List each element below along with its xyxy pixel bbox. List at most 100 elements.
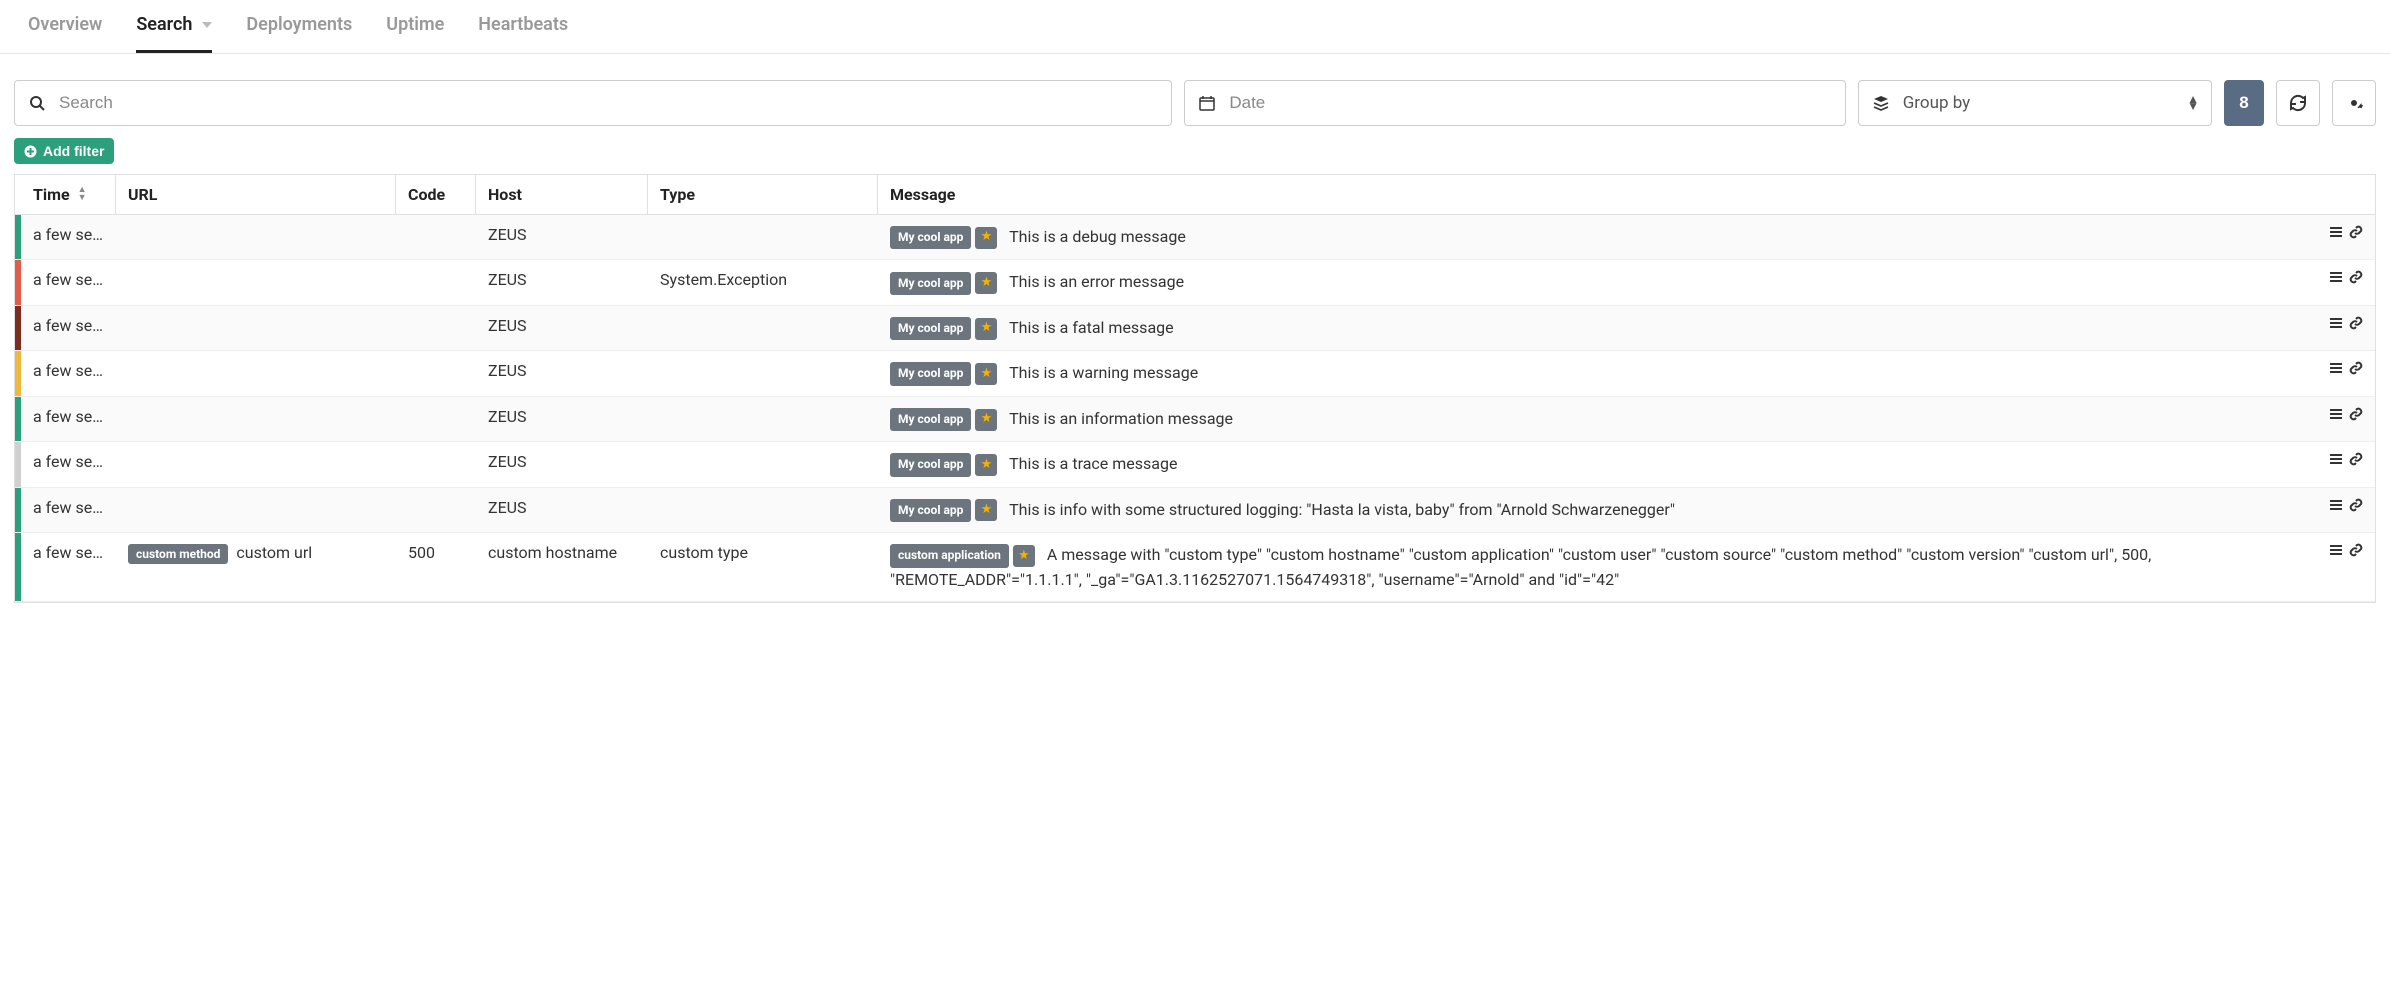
tab-overview[interactable]: Overview bbox=[14, 0, 116, 53]
app-badge[interactable]: My cool app bbox=[890, 272, 971, 295]
menu-icon[interactable] bbox=[2329, 407, 2343, 421]
menu-icon[interactable] bbox=[2329, 270, 2343, 284]
cell-message: My cool app★ This is an error message bbox=[878, 260, 2327, 304]
cell-code bbox=[396, 442, 476, 486]
plus-circle-icon bbox=[24, 145, 37, 158]
menu-icon[interactable] bbox=[2329, 498, 2343, 512]
app-badge[interactable]: My cool app bbox=[890, 362, 971, 385]
table-row[interactable]: a few seco…ZEUSMy cool app★ This is an i… bbox=[15, 397, 2375, 442]
star-icon[interactable]: ★ bbox=[975, 227, 997, 249]
result-count-value: 8 bbox=[2239, 93, 2248, 113]
menu-icon[interactable] bbox=[2329, 361, 2343, 375]
table-row[interactable]: a few seco…ZEUSMy cool app★ This is info… bbox=[15, 488, 2375, 533]
star-icon[interactable]: ★ bbox=[975, 272, 997, 294]
link-icon[interactable] bbox=[2349, 225, 2363, 239]
table-row[interactable]: a few seco…ZEUSMy cool app★ This is a tr… bbox=[15, 442, 2375, 487]
chevron-down-icon[interactable] bbox=[202, 22, 212, 28]
cell-type: System.Exception bbox=[648, 260, 878, 304]
table-row[interactable]: a few seco…ZEUSSystem.ExceptionMy cool a… bbox=[15, 260, 2375, 305]
app-badge[interactable]: My cool app bbox=[890, 408, 971, 431]
cell-url bbox=[116, 306, 396, 350]
cell-host: ZEUS bbox=[476, 351, 648, 395]
cell-code bbox=[396, 351, 476, 395]
search-input[interactable] bbox=[59, 81, 1171, 125]
layers-icon bbox=[1859, 95, 1903, 111]
star-icon[interactable]: ★ bbox=[975, 454, 997, 476]
app-badge[interactable]: My cool app bbox=[890, 453, 971, 476]
link-icon[interactable] bbox=[2349, 543, 2363, 557]
star-icon[interactable]: ★ bbox=[975, 318, 997, 340]
cell-host: custom hostname bbox=[476, 533, 648, 601]
tab-deployments[interactable]: Deployments bbox=[232, 0, 366, 53]
app-badge[interactable]: My cool app bbox=[890, 317, 971, 340]
col-message-header[interactable]: Message bbox=[878, 175, 2375, 214]
settings-button[interactable] bbox=[2332, 80, 2376, 126]
date-input[interactable] bbox=[1229, 81, 1844, 125]
table-row[interactable]: a few seco…custom methodcustom url500cus… bbox=[15, 533, 2375, 602]
cell-url bbox=[116, 488, 396, 532]
col-time-label: Time bbox=[33, 185, 70, 204]
search-input-group[interactable] bbox=[14, 80, 1172, 126]
col-host-header[interactable]: Host bbox=[476, 175, 648, 214]
cell-host: ZEUS bbox=[476, 442, 648, 486]
star-icon[interactable]: ★ bbox=[1013, 545, 1035, 567]
result-count-button[interactable]: 8 bbox=[2224, 80, 2264, 126]
star-icon[interactable]: ★ bbox=[975, 499, 997, 521]
menu-icon[interactable] bbox=[2329, 316, 2343, 330]
cell-code bbox=[396, 260, 476, 304]
app-badge[interactable]: My cool app bbox=[890, 499, 971, 522]
add-filter-button[interactable]: Add filter bbox=[14, 138, 114, 164]
cell-host: ZEUS bbox=[476, 397, 648, 441]
menu-icon[interactable] bbox=[2329, 543, 2343, 557]
tab-label: Search bbox=[136, 14, 192, 35]
link-icon[interactable] bbox=[2349, 270, 2363, 284]
cell-host: ZEUS bbox=[476, 488, 648, 532]
tab-label: Uptime bbox=[386, 14, 444, 35]
star-icon[interactable]: ★ bbox=[975, 409, 997, 431]
star-icon[interactable]: ★ bbox=[975, 363, 997, 385]
col-url-header[interactable]: URL bbox=[116, 175, 396, 214]
tab-uptime[interactable]: Uptime bbox=[372, 0, 458, 53]
message-text: This is a trace message bbox=[1005, 454, 1177, 473]
cell-code bbox=[396, 488, 476, 532]
menu-icon[interactable] bbox=[2329, 452, 2343, 466]
refresh-button[interactable] bbox=[2276, 80, 2320, 126]
col-type-header[interactable]: Type bbox=[648, 175, 878, 214]
cell-url bbox=[116, 260, 396, 304]
cell-code: 500 bbox=[396, 533, 476, 601]
menu-icon[interactable] bbox=[2329, 225, 2343, 239]
link-icon[interactable] bbox=[2349, 452, 2363, 466]
cell-url bbox=[116, 351, 396, 395]
cell-actions bbox=[2327, 306, 2375, 350]
col-code-header[interactable]: Code bbox=[396, 175, 476, 214]
cell-url bbox=[116, 397, 396, 441]
cell-type bbox=[648, 215, 878, 259]
table-row[interactable]: a few seco…ZEUSMy cool app★ This is a wa… bbox=[15, 351, 2375, 396]
app-badge[interactable]: My cool app bbox=[890, 226, 971, 249]
link-icon[interactable] bbox=[2349, 498, 2363, 512]
link-icon[interactable] bbox=[2349, 316, 2363, 330]
table-row[interactable]: a few seco…ZEUSMy cool app★ This is a fa… bbox=[15, 306, 2375, 351]
toolbar: Group by ▲▼ 8 bbox=[0, 54, 2390, 138]
cell-time: a few seco… bbox=[21, 397, 116, 441]
add-filter-label: Add filter bbox=[43, 143, 104, 159]
tab-heartbeats[interactable]: Heartbeats bbox=[464, 0, 582, 53]
app-badge[interactable]: custom application bbox=[890, 544, 1009, 567]
message-text: This is a warning message bbox=[1005, 363, 1198, 382]
date-input-group[interactable] bbox=[1184, 80, 1845, 126]
link-icon[interactable] bbox=[2349, 361, 2363, 375]
cell-actions bbox=[2327, 215, 2375, 259]
sort-icon: ▲▼ bbox=[78, 187, 87, 201]
table-row[interactable]: a few seco…ZEUSMy cool app★ This is a de… bbox=[15, 215, 2375, 260]
filter-bar: Add filter bbox=[0, 138, 2390, 174]
col-time-header[interactable]: Time ▲▼ bbox=[21, 175, 116, 214]
gear-icon bbox=[2345, 94, 2363, 112]
group-by-label: Group by bbox=[1903, 93, 2187, 113]
cell-host: ZEUS bbox=[476, 215, 648, 259]
tab-search[interactable]: Search bbox=[122, 0, 226, 53]
cell-message: custom application★ A message with "cust… bbox=[878, 533, 2327, 601]
col-url-label: URL bbox=[128, 185, 157, 204]
cell-time: a few seco… bbox=[21, 533, 116, 601]
group-by-select[interactable]: Group by ▲▼ bbox=[1858, 80, 2212, 126]
link-icon[interactable] bbox=[2349, 407, 2363, 421]
